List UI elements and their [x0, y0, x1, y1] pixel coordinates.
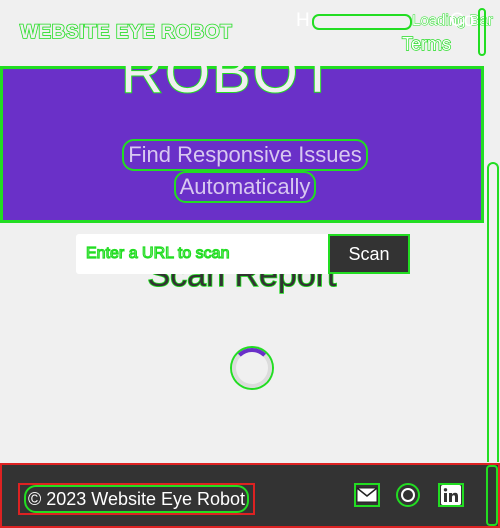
site-footer: © 2023 Website Eye Robot: [0, 463, 500, 528]
linkedin-icon[interactable]: [438, 483, 464, 507]
scan-form: Scan: [76, 234, 410, 274]
hero-subtitle-line1: Find Responsive Issues: [122, 139, 368, 171]
scan-button[interactable]: Scan: [328, 234, 410, 274]
url-input[interactable]: [76, 234, 328, 274]
mail-icon[interactable]: [354, 483, 380, 507]
nav-link-home[interactable]: H: [296, 10, 310, 32]
copyright-text: © 2023 Website Eye Robot: [18, 483, 256, 515]
menu-toggle-button[interactable]: [478, 8, 486, 56]
main-nav: H Loading Bar Co Terms: [290, 10, 500, 60]
site-header: WEBSITE EYE ROBOT H Loading Bar Co Terms: [0, 0, 500, 66]
hero-subtitle: Find Responsive Issues Automatically: [3, 139, 487, 203]
loading-spinner: [232, 348, 272, 388]
nav-link-terms[interactable]: Terms: [401, 33, 451, 55]
footer-scrollbar[interactable]: [486, 465, 498, 526]
chat-icon[interactable]: [396, 483, 420, 507]
nav-item-outline: [312, 14, 412, 30]
site-logo[interactable]: WEBSITE EYE ROBOT: [19, 21, 232, 44]
hero-subtitle-line2: Automatically: [173, 171, 317, 203]
copyright-label: © 2023 Website Eye Robot: [24, 485, 250, 513]
nav-link-contact[interactable]: Co: [450, 10, 474, 32]
hero-section: ROBOT Find Responsive Issues Automatical…: [0, 39, 487, 223]
page-scrollbar[interactable]: [487, 162, 499, 462]
